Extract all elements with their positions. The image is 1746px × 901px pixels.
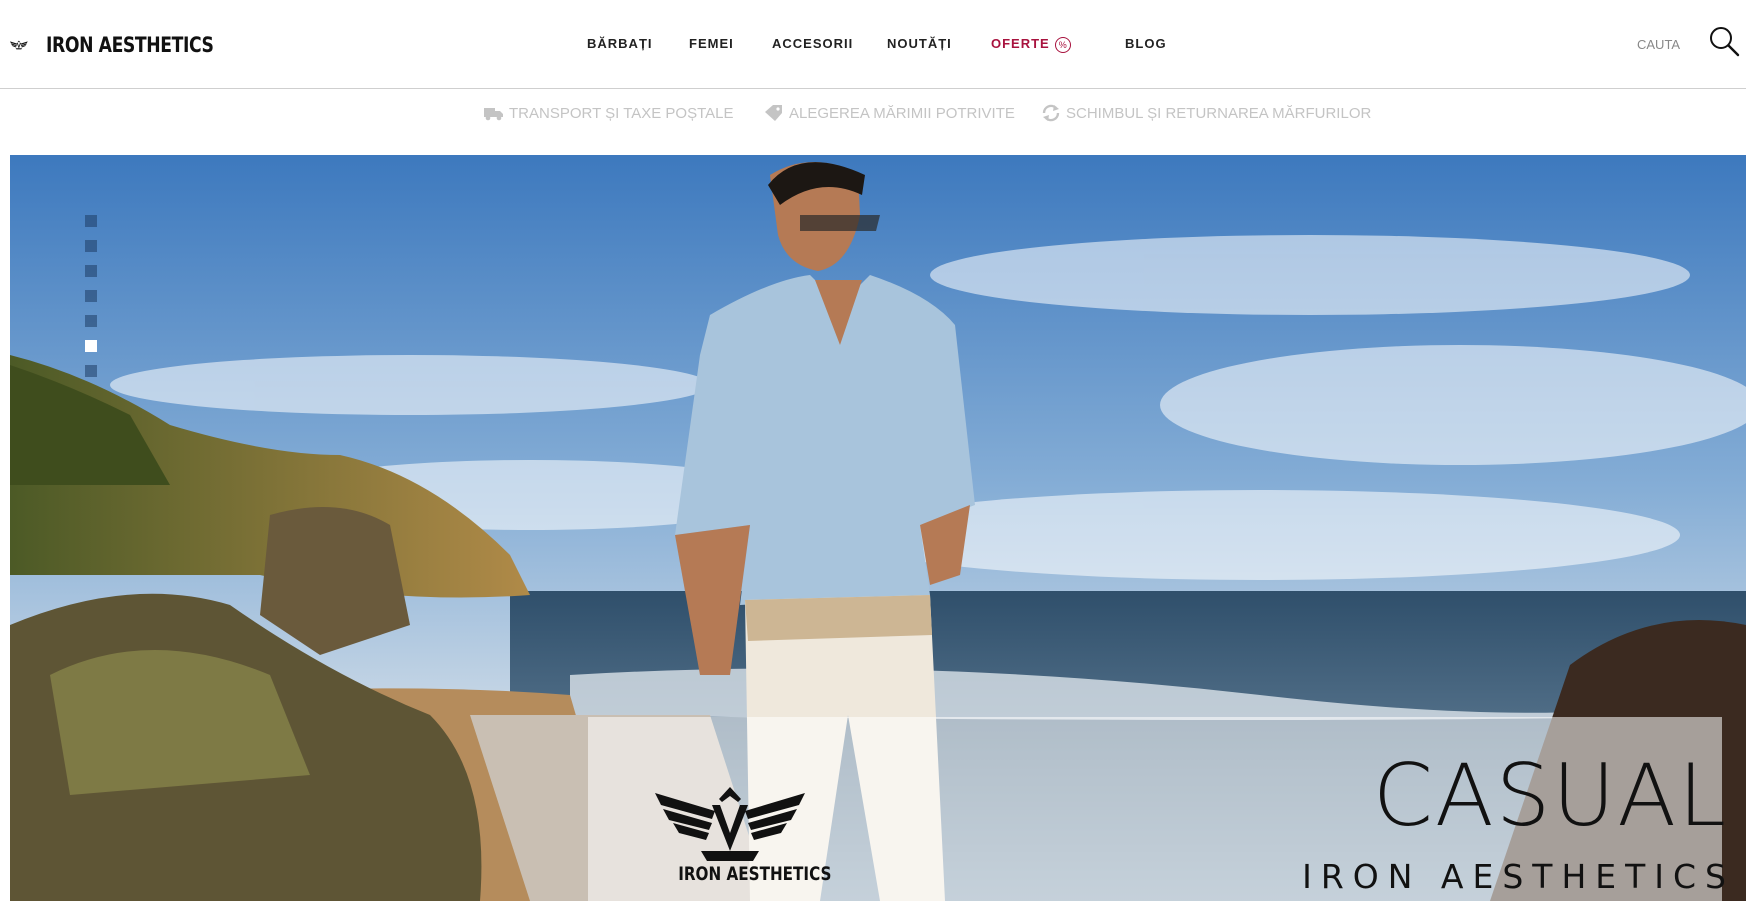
eagle-logo-icon <box>655 787 805 861</box>
percent-badge-icon: % <box>1054 36 1071 53</box>
info-item-returns[interactable]: SCHIMBUL ȘI RETURNAREA MĂRFURILOR <box>1040 104 1371 122</box>
hero-overlay-brand: IRON AESTHETICS <box>678 863 832 885</box>
slide-dot-active[interactable] <box>85 340 97 352</box>
search-icon[interactable] <box>1708 25 1740 57</box>
site-header: IRON AESTHETICS BĂRBAȚI FEMEI ACCESORII … <box>0 0 1746 89</box>
slide-dot[interactable] <box>85 290 97 302</box>
slide-dot[interactable] <box>85 315 97 327</box>
slide-dot[interactable] <box>85 215 97 227</box>
slide-dot[interactable] <box>85 365 97 377</box>
slide-dot[interactable] <box>85 265 97 277</box>
nav-item-oferte-label: OFERTE <box>991 36 1050 51</box>
nav-item-blog[interactable]: BLOG <box>1125 36 1167 51</box>
info-item-returns-label: SCHIMBUL ȘI RETURNAREA MĂRFURILOR <box>1066 104 1372 122</box>
nav-item-femei[interactable]: FEMEI <box>689 36 734 51</box>
nav-item-oferte[interactable]: OFERTE% <box>991 36 1071 53</box>
search-label[interactable]: CAUTA <box>1637 37 1680 52</box>
hero-subtitle: IRON AESTHETICS <box>1302 857 1735 896</box>
slide-indicators <box>85 215 99 377</box>
info-item-sizing-label: ALEGEREA MĂRIMII POTRIVITE <box>789 104 1015 122</box>
size-tag-icon <box>765 105 782 121</box>
nav-item-noutati[interactable]: NOUTĂȚI <box>887 36 952 51</box>
info-item-shipping[interactable]: TRANSPORT ȘI TAXE POȘTALE <box>483 104 734 122</box>
nav-item-barbati[interactable]: BĂRBAȚI <box>587 36 653 51</box>
hero-banner[interactable]: IRON AESTHETICS CASUAL IRON AESTHETICS <box>10 155 1746 901</box>
truck-icon <box>484 108 503 121</box>
slide-dot[interactable] <box>85 240 97 252</box>
refresh-icon <box>1042 104 1060 122</box>
info-item-sizing[interactable]: ALEGEREA MĂRIMII POTRIVITE <box>763 104 1015 122</box>
nav-item-accesorii[interactable]: ACCESORII <box>772 36 853 51</box>
info-bar: TRANSPORT ȘI TAXE POȘTALE ALEGEREA MĂRIM… <box>0 104 1746 126</box>
hero-title: CASUAL <box>1372 746 1728 846</box>
main-nav: BĂRBAȚI FEMEI ACCESORII NOUTĂȚI OFERTE% … <box>0 36 1746 56</box>
info-item-shipping-label: TRANSPORT ȘI TAXE POȘTALE <box>509 104 734 122</box>
